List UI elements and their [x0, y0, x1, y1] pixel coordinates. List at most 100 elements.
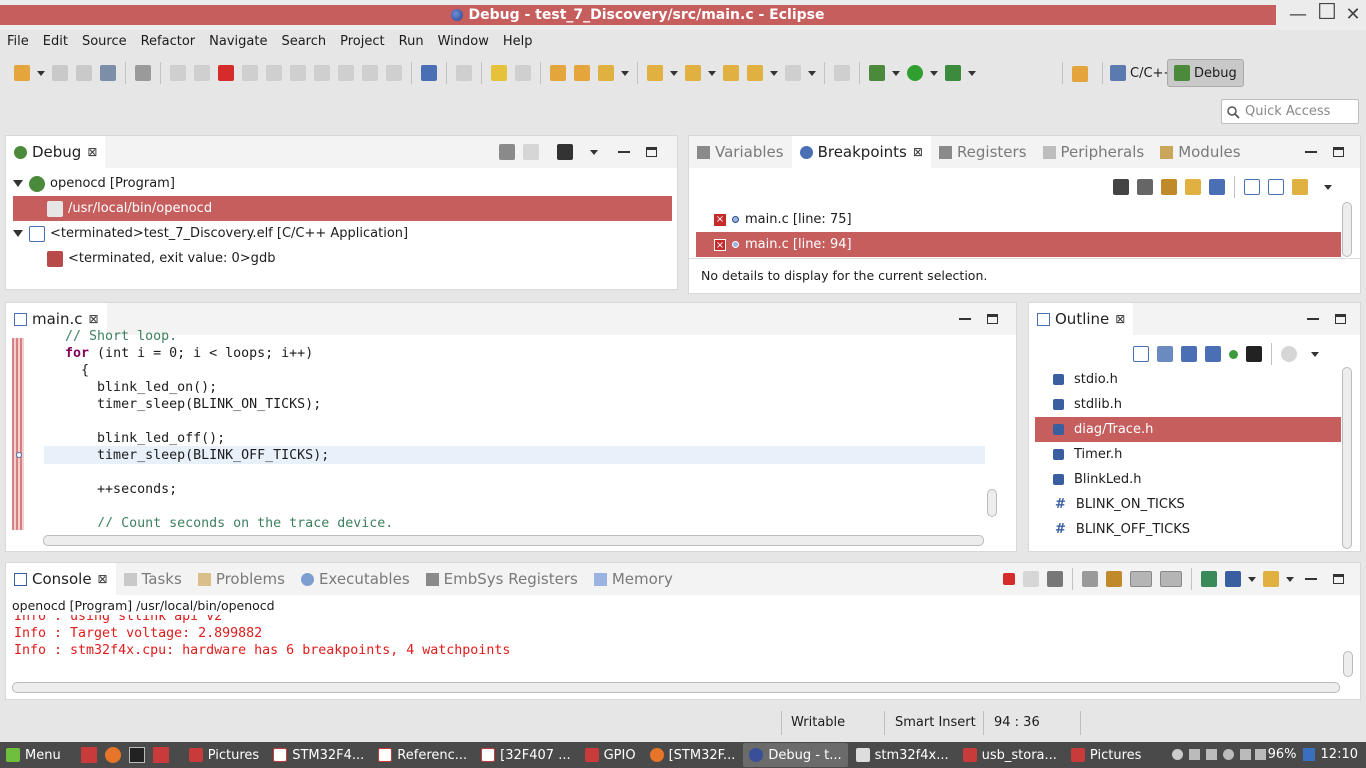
close-icon[interactable]: ⊠ — [913, 145, 923, 159]
breakpoint-row[interactable]: × main.c [line: 94] — [696, 232, 1341, 257]
step-into-icon[interactable] — [266, 65, 282, 81]
show-console-on-error-icon[interactable] — [1160, 571, 1182, 587]
tab-problems[interactable]: Problems — [190, 563, 293, 595]
volume-icon[interactable] — [1239, 749, 1251, 760]
menu-source[interactable]: Source — [82, 34, 127, 49]
menu-search[interactable]: Search — [281, 34, 326, 49]
pin-console-icon[interactable] — [1201, 571, 1217, 587]
console-vertical-scrollbar[interactable] — [1343, 651, 1353, 677]
maximize-view-button[interactable] — [987, 314, 998, 324]
suspend-icon[interactable] — [194, 65, 210, 81]
disconnect-icon[interactable] — [242, 65, 258, 81]
hide-macros-icon[interactable] — [1246, 346, 1262, 362]
taskbar-task[interactable]: [32F407 ... — [475, 743, 576, 767]
chevron-down-icon[interactable] — [621, 70, 629, 76]
show-desktop-icon[interactable] — [80, 747, 97, 763]
display-console-icon[interactable] — [1225, 571, 1241, 587]
tab-registers[interactable]: Registers — [931, 136, 1035, 168]
hide-non-public-icon[interactable] — [1229, 349, 1238, 359]
print-icon[interactable] — [100, 65, 116, 81]
tab-console[interactable]: Console ⊠ — [6, 563, 116, 595]
link-with-debug-icon[interactable] — [1292, 179, 1308, 195]
clock[interactable]: 12:10 — [1321, 747, 1358, 762]
tab-variables[interactable]: Variables — [689, 136, 792, 168]
build-icon[interactable] — [135, 65, 151, 81]
next-annotation-icon[interactable] — [647, 65, 663, 81]
terminal-icon[interactable] — [128, 747, 145, 763]
open-perspective-icon[interactable] — [1072, 66, 1088, 82]
files-icon[interactable] — [152, 747, 169, 763]
tree-row-openocd[interactable]: openocd [Program] — [13, 171, 673, 196]
chevron-down-icon[interactable] — [770, 70, 778, 76]
tree-row-test7[interactable]: <terminated>test_7_Discovery.elf [C/C++ … — [13, 221, 673, 246]
close-icon[interactable]: ⊠ — [89, 312, 99, 326]
maximize-view-button[interactable] — [1333, 147, 1344, 157]
chevron-down-icon[interactable] — [930, 70, 938, 76]
taskbar-task[interactable]: Referenc... — [372, 743, 473, 767]
tab-executables[interactable]: Executables — [293, 563, 418, 595]
taskbar-menu-button[interactable]: Menu — [0, 743, 67, 767]
minimize-view-button[interactable] — [1307, 318, 1319, 320]
hide-fields-icon[interactable] — [1181, 346, 1197, 362]
tab-breakpoints[interactable]: Breakpoints ⊠ — [791, 136, 931, 168]
save-all-icon[interactable] — [76, 65, 92, 81]
resume-icon[interactable] — [170, 65, 186, 81]
expand-icon[interactable] — [13, 180, 23, 187]
maximize-window-button[interactable]: ☐ — [1315, 2, 1339, 25]
taskbar-task[interactable]: stm32f4x... — [850, 743, 955, 767]
scroll-lock-icon[interactable] — [1106, 571, 1122, 587]
outline-item[interactable]: # BLINK_OFF_TICKS — [1035, 517, 1341, 542]
minimize-window-button[interactable]: — — [1286, 5, 1310, 27]
menu-run[interactable]: Run — [399, 34, 424, 49]
taskbar-task[interactable]: GPIO — [579, 743, 642, 767]
hide-static-icon[interactable] — [1205, 346, 1221, 362]
taskbar-task[interactable]: STM32F4... — [267, 743, 370, 767]
close-icon[interactable]: ⊠ — [87, 145, 97, 159]
menu-navigate[interactable]: Navigate — [209, 34, 267, 49]
console-output[interactable]: Info : using stlink api v2 Info : Target… — [12, 615, 1342, 680]
close-icon[interactable]: ⊠ — [1115, 312, 1125, 326]
network-icon[interactable] — [1188, 749, 1200, 760]
previous-annotation-icon[interactable] — [685, 65, 701, 81]
open-folder-icon[interactable] — [574, 65, 590, 81]
back-icon[interactable] — [747, 65, 763, 81]
remove-breakpoint-icon[interactable] — [1113, 179, 1129, 195]
outline-item[interactable]: # BLINK_ON_TICKS — [1035, 492, 1341, 517]
breakpoints-scrollbar[interactable] — [1342, 202, 1352, 257]
outline-item[interactable]: diag/Trace.h — [1035, 417, 1341, 442]
outline-item[interactable]: Timer.h — [1035, 442, 1341, 467]
breakpoint-enabled-checkbox[interactable]: × — [714, 238, 726, 251]
maximize-view-button[interactable] — [646, 147, 657, 157]
debug-icon[interactable] — [869, 65, 885, 81]
tree-row-openocd-process[interactable]: /usr/local/bin/openocd — [13, 196, 672, 221]
terminate-icon[interactable] — [218, 65, 234, 81]
run-icon[interactable] — [907, 65, 923, 81]
tree-row-gdb[interactable]: <terminated, exit value: 0>gdb — [13, 246, 673, 271]
highlight-icon[interactable] — [491, 65, 507, 81]
perspective-debug[interactable]: Debug — [1167, 59, 1244, 87]
view-menu-icon[interactable] — [1324, 184, 1332, 190]
new-icon[interactable] — [14, 65, 30, 81]
maximize-view-button[interactable] — [1335, 314, 1346, 324]
remove-all-breakpoints-icon[interactable] — [1137, 179, 1153, 195]
chevron-down-icon[interactable] — [808, 70, 816, 76]
step-return-icon[interactable] — [314, 65, 330, 81]
drop-to-frame-icon[interactable] — [456, 65, 472, 81]
remove-terminated-icon[interactable] — [499, 144, 515, 160]
mark-icon[interactable] — [515, 65, 531, 81]
step-filter-icon[interactable] — [557, 144, 573, 160]
firefox-icon[interactable] — [104, 747, 121, 763]
editor-horizontal-scrollbar[interactable] — [43, 535, 984, 546]
chevron-down-icon[interactable] — [708, 70, 716, 76]
breakpoint-enabled-checkbox[interactable]: × — [714, 213, 726, 226]
expand-icon[interactable] — [13, 230, 23, 237]
maximize-view-button[interactable] — [1333, 574, 1344, 584]
chevron-down-icon[interactable] — [892, 70, 900, 76]
taskbar-task[interactable]: [STM32F... — [644, 743, 742, 767]
show-console-on-output-icon[interactable] — [1130, 571, 1152, 587]
step-over-icon[interactable] — [290, 65, 306, 81]
breakpoint-marker-icon[interactable] — [16, 452, 22, 458]
quick-access-field[interactable]: Quick Access — [1221, 99, 1359, 124]
breakpoint-row[interactable]: × main.c [line: 75] — [696, 207, 1341, 232]
tab-tasks[interactable]: Tasks — [116, 563, 190, 595]
